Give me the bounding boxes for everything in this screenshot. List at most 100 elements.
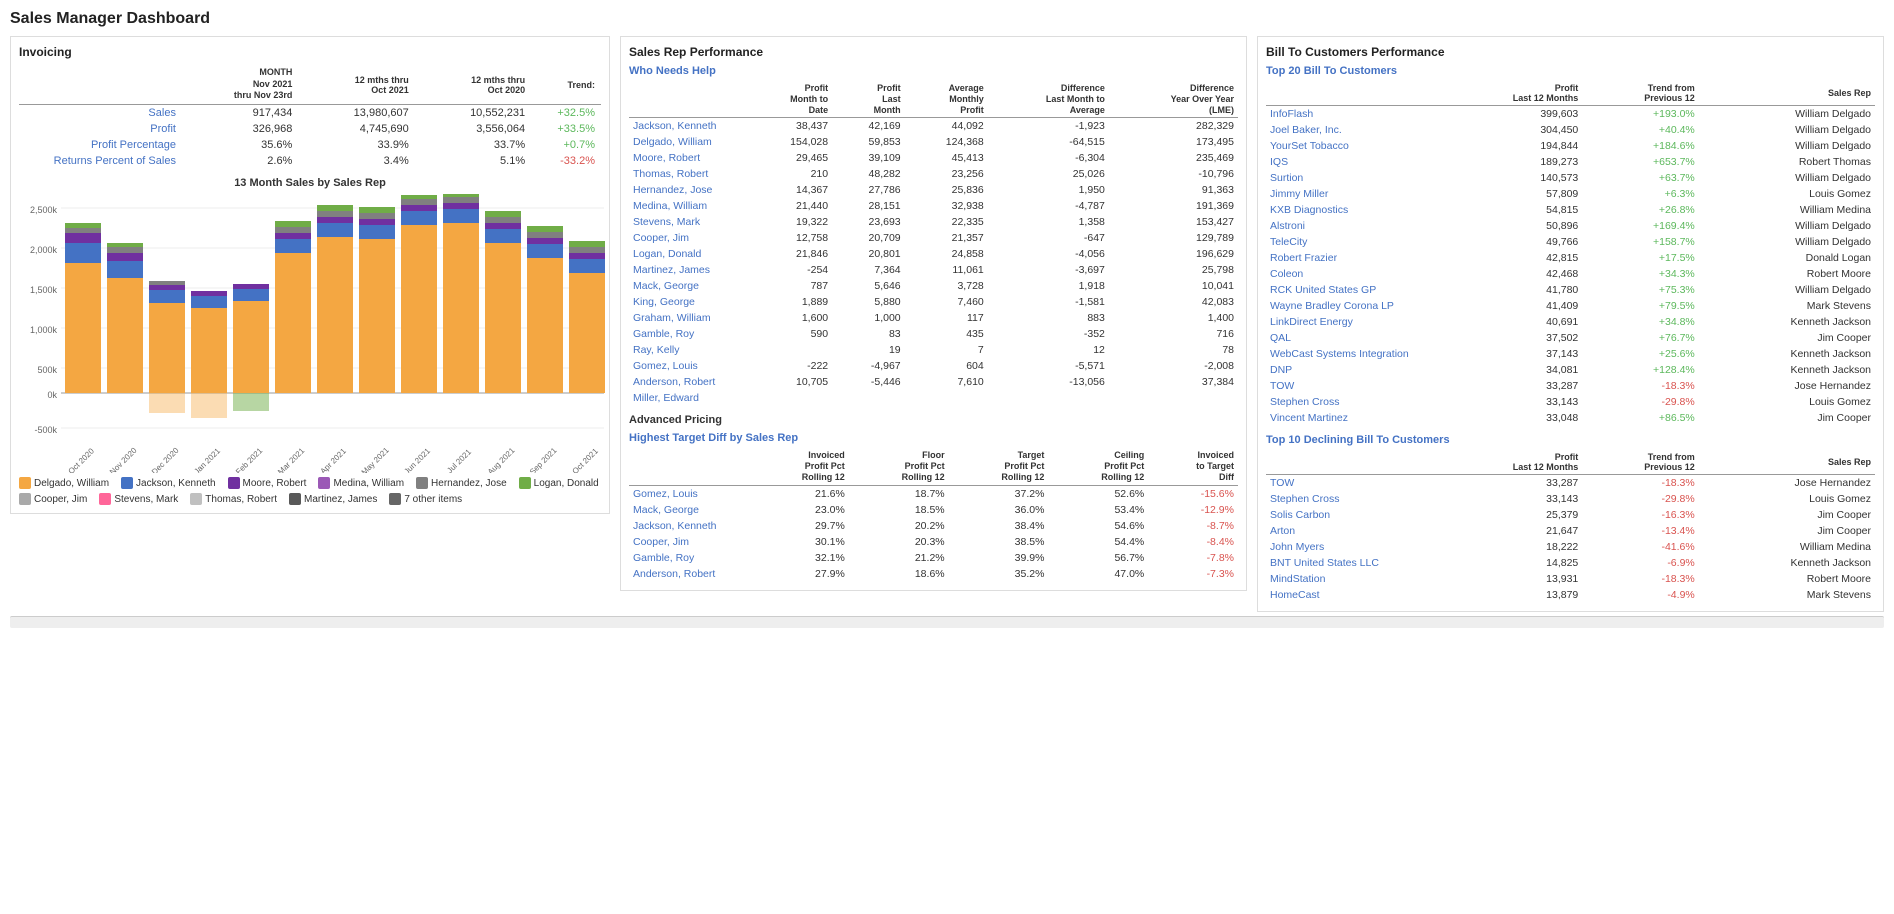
perf-name[interactable]: Medina, William [629,198,749,214]
dec-name[interactable]: HomeCast [1266,587,1436,603]
perf-c3: 7,610 [905,374,988,390]
cust-name[interactable]: Coleon [1266,266,1436,282]
adv-c4: 53.4% [1048,502,1148,518]
cust-trend: -29.8% [1582,394,1698,410]
cust-name[interactable]: Vincent Martinez [1266,410,1436,426]
cust-name[interactable]: TeleCity [1266,234,1436,250]
perf-name[interactable]: Martinez, James [629,262,749,278]
perf-name[interactable]: Miller, Edward [629,390,749,406]
perf-name[interactable]: Jackson, Kenneth [629,118,749,135]
perf-c4: -13,056 [988,374,1109,390]
perf-c5: -10,796 [1109,166,1238,182]
table-row: TOW 33,287 -18.3% Jose Hernandez [1266,475,1875,492]
perf-c2: 39,109 [832,150,905,166]
perf-c3: 21,357 [905,230,988,246]
cust-profit: 304,450 [1436,122,1582,138]
perf-name[interactable]: King, George [629,294,749,310]
perf-c5: -2,008 [1109,358,1238,374]
cust-profit: 41,409 [1436,298,1582,314]
table-row: WebCast Systems Integration 37,143 +25.6… [1266,346,1875,362]
perf-name[interactable]: Graham, William [629,310,749,326]
adv-name[interactable]: Anderson, Robert [629,566,749,582]
adv-name[interactable]: Cooper, Jim [629,534,749,550]
cust-name[interactable]: RCK United States GP [1266,282,1436,298]
perf-name[interactable]: Delgado, William [629,134,749,150]
adv-name[interactable]: Jackson, Kenneth [629,518,749,534]
perf-name[interactable]: Ray, Kelly [629,342,749,358]
cust-name[interactable]: TOW [1266,378,1436,394]
adv-name[interactable]: Gamble, Roy [629,550,749,566]
inv-col3: 5.1% [415,153,531,169]
perf-name[interactable]: Moore, Robert [629,150,749,166]
dec-rep: Louis Gomez [1699,491,1875,507]
cust-name[interactable]: Surtion [1266,170,1436,186]
dec-name[interactable]: Arton [1266,523,1436,539]
cust-name[interactable]: WebCast Systems Integration [1266,346,1436,362]
cust-name[interactable]: YourSet Tobacco [1266,138,1436,154]
perf-c4: 1,950 [988,182,1109,198]
cust-name[interactable]: Wayne Bradley Corona LP [1266,298,1436,314]
inv-col3: 33.7% [415,137,531,153]
legend-color [99,493,111,505]
cust-name[interactable]: Jimmy Miller [1266,186,1436,202]
cust-name[interactable]: KXB Diagnostics [1266,202,1436,218]
perf-name[interactable]: Hernandez, Jose [629,182,749,198]
inv-row-label[interactable]: Profit Percentage [19,137,182,153]
perf-name[interactable]: Anderson, Robert [629,374,749,390]
adv-c1: 27.9% [749,566,849,582]
inv-row-label[interactable]: Profit [19,121,182,137]
table-row: Jackson, Kenneth 38,437 42,169 44,092 -1… [629,118,1238,135]
perf-c4: -4,056 [988,246,1109,262]
cust-trend: +6.3% [1582,186,1698,202]
perf-c5: 78 [1109,342,1238,358]
dec-name[interactable]: Stephen Cross [1266,491,1436,507]
perf-c4: 1,358 [988,214,1109,230]
perf-name[interactable]: Gomez, Louis [629,358,749,374]
inv-col3: 3,556,064 [415,121,531,137]
perf-name[interactable]: Cooper, Jim [629,230,749,246]
perf-name[interactable]: Thomas, Robert [629,166,749,182]
cust-name[interactable]: LinkDirect Energy [1266,314,1436,330]
dec-name[interactable]: MindStation [1266,571,1436,587]
dec-name[interactable]: TOW [1266,475,1436,492]
dec-profit: 33,287 [1436,475,1582,492]
cust-name[interactable]: IQS [1266,154,1436,170]
perf-name[interactable]: Logan, Donald [629,246,749,262]
adv-name[interactable]: Gomez, Louis [629,485,749,502]
customers-column: Bill To Customers Performance Top 20 Bil… [1257,36,1884,612]
svg-text:Jul 2021: Jul 2021 [445,447,473,473]
adv-name[interactable]: Mack, George [629,502,749,518]
adv-c1: 32.1% [749,550,849,566]
perf-name[interactable]: Stevens, Mark [629,214,749,230]
adv-c4: 52.6% [1048,485,1148,502]
dec-trend: -16.3% [1582,507,1698,523]
inv-col2: 13,980,607 [298,105,414,122]
cust-profit: 194,844 [1436,138,1582,154]
cust-name[interactable]: Alstroni [1266,218,1436,234]
perf-name[interactable]: Gamble, Roy [629,326,749,342]
adv-c1: 29.7% [749,518,849,534]
table-row: Anderson, Robert 10,705 -5,446 7,610 -13… [629,374,1238,390]
svg-text:Aug 2021: Aug 2021 [486,446,517,473]
cust-name[interactable]: InfoFlash [1266,106,1436,123]
cust-name[interactable]: Robert Frazier [1266,250,1436,266]
inv-row-label[interactable]: Sales [19,105,182,122]
perf-name[interactable]: Mack, George [629,278,749,294]
cust-trend: -18.3% [1582,378,1698,394]
cust-col-name [1266,81,1436,106]
dec-profit: 14,825 [1436,555,1582,571]
cust-name[interactable]: Stephen Cross [1266,394,1436,410]
perf-c4: -352 [988,326,1109,342]
invoicing-title: Invoicing [19,45,601,59]
cust-name[interactable]: DNP [1266,362,1436,378]
cust-name[interactable]: Joel Baker, Inc. [1266,122,1436,138]
sales-rep-section: Sales Rep Performance Who Needs Help Pro… [620,36,1247,591]
dec-name[interactable]: John Myers [1266,539,1436,555]
adv-col-target: TargetProfit PctRolling 12 [949,448,1049,485]
inv-row-label[interactable]: Returns Percent of Sales [19,153,182,169]
dec-name[interactable]: Solis Carbon [1266,507,1436,523]
table-row: RCK United States GP 41,780 +75.3% Willi… [1266,282,1875,298]
dec-name[interactable]: BNT United States LLC [1266,555,1436,571]
cust-name[interactable]: QAL [1266,330,1436,346]
scrollbar[interactable] [10,616,1884,628]
